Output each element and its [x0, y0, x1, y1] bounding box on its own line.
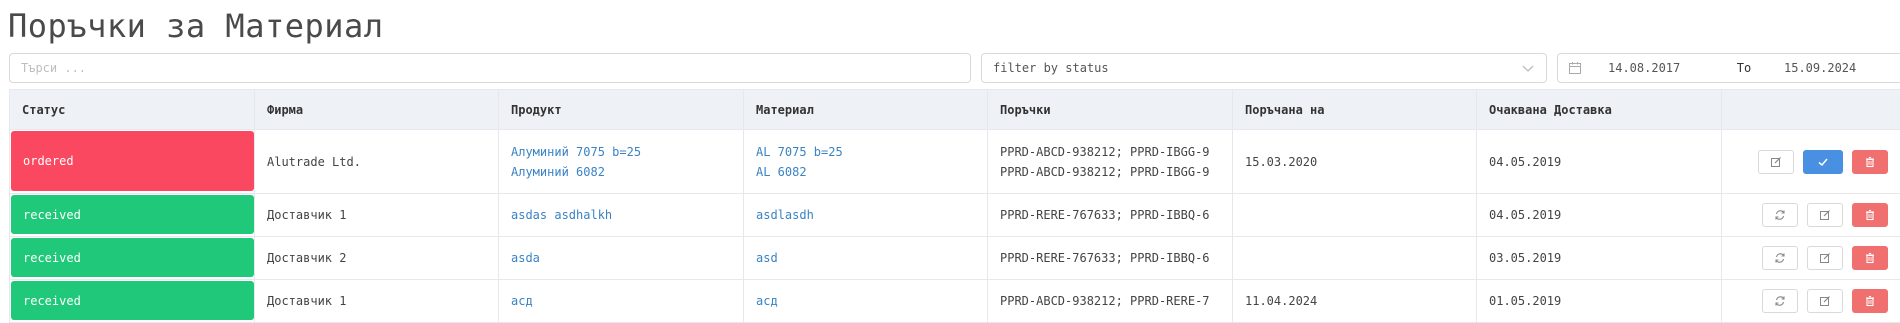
firm-cell: Alutrade Ltd. — [255, 130, 499, 193]
trash-icon — [1866, 295, 1874, 307]
trash-icon — [1866, 156, 1874, 167]
date-range-separator: To — [1736, 61, 1752, 75]
ordered-on-cell — [1233, 237, 1477, 279]
refresh-button[interactable] — [1762, 203, 1798, 227]
status-cell: received — [10, 194, 255, 236]
table-row: received Доставчик 2 asda asd PPRD-RERE-… — [10, 237, 1900, 280]
product-link[interactable]: Алуминий 7075 b=25 — [511, 145, 641, 159]
firm-cell: Доставчик 1 — [255, 194, 499, 236]
edit-icon — [1820, 253, 1830, 263]
column-header-ordered-on[interactable]: Поръчана на — [1233, 90, 1477, 129]
check-icon — [1818, 158, 1828, 166]
edit-icon — [1820, 210, 1830, 220]
edit-button[interactable] — [1807, 203, 1843, 227]
product-cell: асд — [499, 280, 744, 322]
ordered-on-cell: 11.04.2024 — [1233, 280, 1477, 322]
firm-cell: Доставчик 1 — [255, 280, 499, 322]
edit-button[interactable] — [1758, 149, 1794, 174]
confirm-button[interactable] — [1803, 149, 1843, 174]
product-link[interactable]: асд — [511, 294, 533, 308]
ordered-on-cell: 15.03.2020 — [1233, 130, 1477, 193]
orders-cell: PPRD-ABCD-938212; PPRD-RERE-7 — [988, 280, 1233, 322]
date-range-picker[interactable]: 14.08.2017 To 15.09.2024 — [1557, 53, 1900, 83]
delete-button[interactable] — [1852, 149, 1888, 174]
firm-cell: Доставчик 2 — [255, 237, 499, 279]
refresh-button[interactable] — [1762, 289, 1798, 313]
column-header-firm[interactable]: Фирма — [255, 90, 499, 129]
status-badge: received — [11, 195, 254, 234]
column-header-actions — [1722, 90, 1900, 129]
status-cell: received — [10, 280, 255, 322]
edit-button[interactable] — [1807, 289, 1843, 313]
status-badge: received — [11, 281, 254, 320]
delete-button[interactable] — [1852, 289, 1888, 313]
ordered-on-cell — [1233, 194, 1477, 236]
actions-cell — [1722, 130, 1900, 193]
search-input[interactable] — [9, 53, 971, 83]
expected-delivery-cell: 04.05.2019 — [1477, 130, 1722, 193]
edit-icon — [1820, 296, 1830, 306]
trash-icon — [1866, 252, 1874, 264]
material-link[interactable]: asdlasdh — [756, 208, 814, 222]
edit-button[interactable] — [1807, 246, 1843, 270]
orders-cell: PPRD-RERE-767633; PPRD-IBBQ-6 — [988, 194, 1233, 236]
status-badge: ordered — [11, 131, 254, 191]
status-cell: received — [10, 237, 255, 279]
date-from-input[interactable]: 14.08.2017 — [1608, 61, 1704, 75]
refresh-icon — [1775, 253, 1785, 263]
column-header-orders[interactable]: Поръчки — [988, 90, 1233, 129]
column-header-status[interactable]: Статус — [10, 90, 255, 129]
orders-cell: PPRD-RERE-767633; PPRD-IBBQ-6 — [988, 237, 1233, 279]
material-cell: асд — [744, 280, 988, 322]
product-cell: Алуминий 7075 b=25 Алуминий 6082 — [499, 130, 744, 193]
expected-delivery-cell: 04.05.2019 — [1477, 194, 1722, 236]
material-link[interactable]: AL 7075 b=25 — [756, 145, 843, 159]
status-badge: received — [11, 238, 254, 277]
actions-cell — [1722, 194, 1900, 236]
order-codes: PPRD-ABCD-938212; PPRD-IBGG-9 — [1000, 144, 1210, 159]
edit-icon — [1771, 156, 1781, 167]
refresh-icon — [1775, 296, 1785, 306]
status-filter-placeholder: filter by status — [993, 61, 1109, 75]
delete-button[interactable] — [1852, 246, 1888, 270]
product-cell: asda — [499, 237, 744, 279]
refresh-icon — [1775, 210, 1785, 220]
material-link[interactable]: асд — [756, 294, 778, 308]
material-cell: AL 7075 b=25 AL 6082 — [744, 130, 988, 193]
chevron-down-icon — [1522, 65, 1534, 72]
refresh-button[interactable] — [1762, 246, 1798, 270]
material-cell: asd — [744, 237, 988, 279]
material-link[interactable]: AL 6082 — [756, 165, 843, 179]
date-to-input[interactable]: 15.09.2024 — [1784, 61, 1856, 75]
column-header-expected-delivery[interactable]: Очаквана Доставка — [1477, 90, 1722, 129]
delete-button[interactable] — [1852, 203, 1888, 227]
product-link[interactable]: asdas asdhalkh — [511, 208, 612, 222]
status-cell: ordered — [10, 130, 255, 193]
actions-cell — [1722, 237, 1900, 279]
table-row: received Доставчик 1 asdas asdhalkh asdl… — [10, 194, 1900, 237]
order-codes: PPRD-ABCD-938212; PPRD-IBGG-9 — [1000, 164, 1210, 179]
material-link[interactable]: asd — [756, 251, 778, 265]
table-header: Статус Фирма Продукт Материал Поръчки По… — [10, 90, 1900, 130]
product-cell: asdas asdhalkh — [499, 194, 744, 236]
orders-table: Статус Фирма Продукт Материал Поръчки По… — [9, 89, 1900, 323]
trash-icon — [1866, 209, 1874, 221]
actions-cell — [1722, 280, 1900, 322]
column-header-product[interactable]: Продукт — [499, 90, 744, 129]
status-filter-select[interactable]: filter by status — [981, 53, 1547, 83]
product-link[interactable]: Алуминий 6082 — [511, 165, 641, 179]
page-title: Поръчки за Материал — [8, 7, 384, 45]
calendar-icon — [1569, 62, 1581, 74]
expected-delivery-cell: 01.05.2019 — [1477, 280, 1722, 322]
orders-cell: PPRD-ABCD-938212; PPRD-IBGG-9 PPRD-ABCD-… — [988, 130, 1233, 193]
product-link[interactable]: asda — [511, 251, 540, 265]
table-row: received Доставчик 1 асд асд PPRD-ABCD-9… — [10, 280, 1900, 323]
column-header-material[interactable]: Материал — [744, 90, 988, 129]
material-cell: asdlasdh — [744, 194, 988, 236]
expected-delivery-cell: 03.05.2019 — [1477, 237, 1722, 279]
table-row: ordered Alutrade Ltd. Алуминий 7075 b=25… — [10, 130, 1900, 194]
